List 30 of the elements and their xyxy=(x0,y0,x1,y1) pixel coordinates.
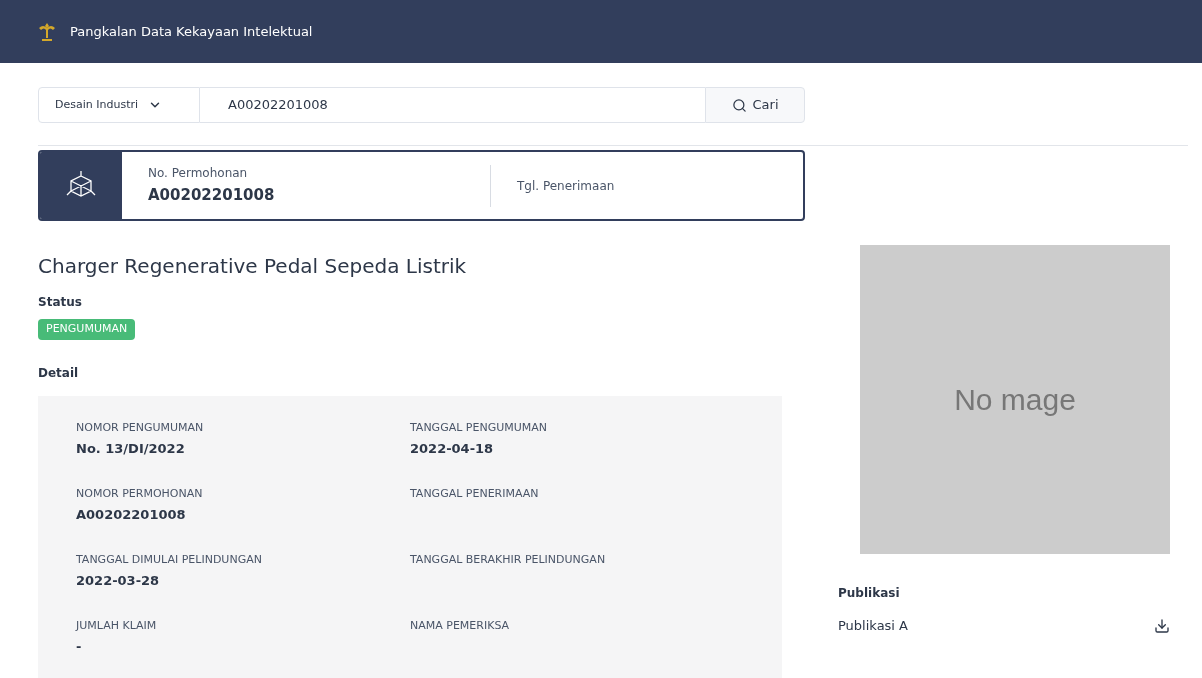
field-value: 2022-03-28 xyxy=(76,572,161,590)
field-label: TANGGAL BERAKHIR PELINDUNGAN xyxy=(410,551,607,568)
field-label: No. Permohonan xyxy=(148,165,249,183)
field-value: A00202201008 xyxy=(76,506,187,524)
field-label: NAMA PEMERIKSA xyxy=(410,617,511,634)
placeholder-text: No mage xyxy=(954,382,1076,418)
section-heading: Status xyxy=(38,294,83,311)
field-label: TANGGAL DIMULAI PELINDUNGAN xyxy=(76,551,263,568)
field-label: TANGGAL PENERIMAAN xyxy=(410,485,540,502)
emblem-icon xyxy=(38,21,56,42)
field-label: NOMOR PERMOHONAN xyxy=(76,485,204,502)
field-label: TANGGAL PENGUMUMAN xyxy=(410,419,548,436)
section-heading: Publikasi xyxy=(838,585,901,602)
status-badge: PENGUMUMAN xyxy=(38,319,136,340)
search-icon xyxy=(731,97,747,113)
field-label: JUMLAH KLAIM xyxy=(76,617,158,634)
search-field[interactable]: A00202201008 xyxy=(200,87,705,123)
publication-name: Publikasi A xyxy=(838,617,908,635)
field-label: NOMOR PENGUMUMAN xyxy=(76,419,205,436)
download-button[interactable] xyxy=(1154,617,1170,634)
field-value: A00202201008 xyxy=(148,185,275,207)
field-value: - xyxy=(76,638,83,656)
section-heading: Detail xyxy=(38,364,80,382)
page-heading: Charger Regenerative Pedal Sepeda Listrik xyxy=(38,253,468,280)
field-value: 2022-04-18 xyxy=(410,440,495,458)
field-value: No. 13/DI/2022 xyxy=(76,440,186,458)
app-title: Pangkalan Data Kekayaan Intelektual xyxy=(70,22,313,41)
field-label: Tgl. Penerimaan xyxy=(517,177,615,195)
category-dropdown[interactable]: Desain Industri xyxy=(38,87,200,123)
search-button[interactable]: Cari xyxy=(705,87,805,123)
